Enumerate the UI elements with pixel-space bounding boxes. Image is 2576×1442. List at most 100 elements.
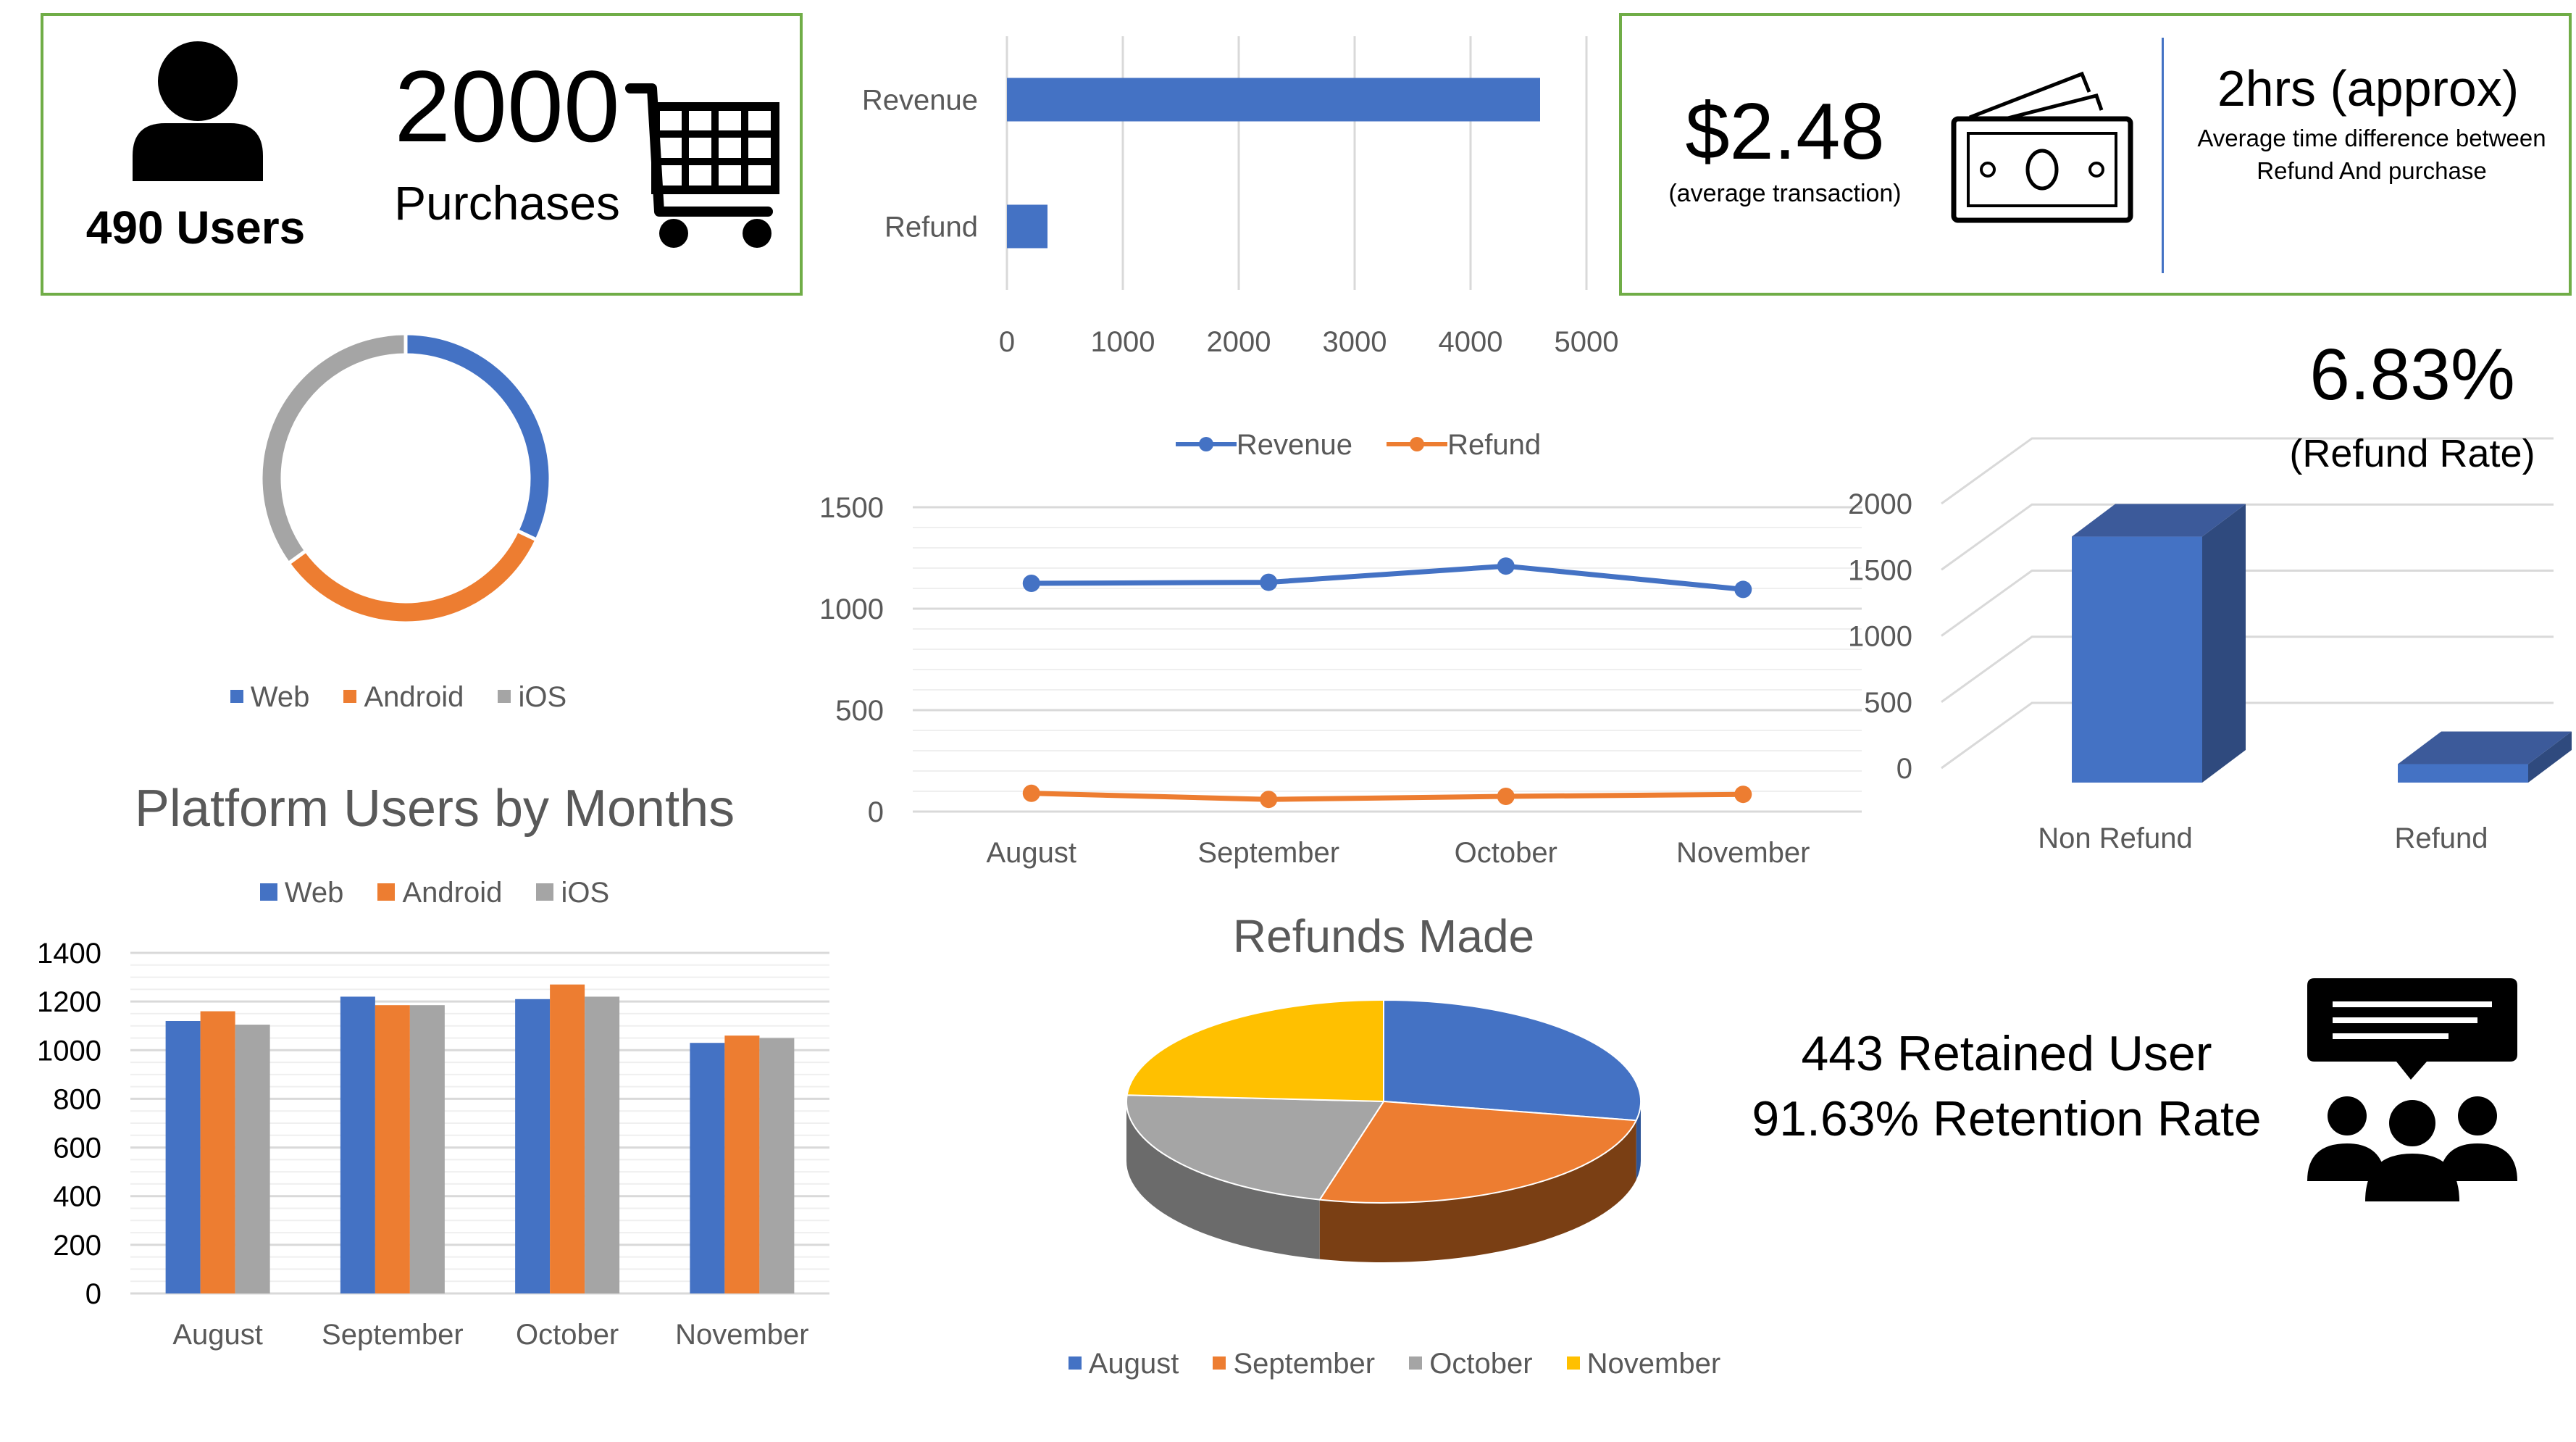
y-tick-label: 1400	[37, 938, 101, 970]
user-icon	[133, 41, 263, 181]
y-tick-label: 1000	[1848, 621, 1912, 653]
pie-slice-november	[1126, 999, 1384, 1103]
legend-item-august: August	[1068, 1348, 1179, 1380]
platform-users-title: Platform Users by Months	[134, 780, 735, 838]
y-tick-label: 0	[1897, 753, 1912, 785]
platform-donut-chart	[259, 331, 553, 625]
bar-web-august	[165, 1021, 201, 1293]
y-tick-label: 0	[868, 796, 884, 828]
gridline	[1941, 570, 2554, 637]
legend-item-ios: iOS	[536, 877, 609, 909]
refunds-made-pie-chart	[1126, 999, 1642, 1262]
users-purchases-card: 490 Users 2000 Purchases	[41, 13, 803, 296]
bar-ios-august	[235, 1025, 270, 1293]
chat-group-icon	[2307, 978, 2517, 1201]
category-label: Non Refund	[2038, 822, 2192, 854]
x-tick-label: August	[986, 837, 1076, 869]
x-tick-label: November	[1676, 837, 1810, 869]
legend-item-web: Web	[230, 681, 309, 713]
y-tick-label: 500	[1864, 687, 1912, 719]
category-label: Revenue	[862, 85, 978, 117]
shopping-cart-icon	[625, 83, 779, 248]
card-divider	[2162, 38, 2164, 273]
y-tick-label: 400	[53, 1181, 101, 1213]
point-refund-october	[1497, 788, 1515, 805]
grouped-bar-legend: Web Android iOS	[145, 877, 724, 909]
avg-transaction-amount: $2.48	[1685, 87, 1885, 176]
retention-rate: 91.63% Retention Rate	[1752, 1091, 2262, 1146]
x-tick-label: 0	[999, 326, 1015, 358]
category-label: Refund	[2395, 822, 2488, 854]
line-legend: Revenue Refund	[1087, 429, 1630, 462]
y-tick-label: 1000	[37, 1035, 101, 1067]
monthly-revenue-refund-line-chart: 0 500 1000 1500 August September October Novemb…	[819, 492, 1862, 869]
bar-android-october	[550, 984, 585, 1293]
bar-non-refund	[2072, 536, 2202, 783]
y-tick-label: 2000	[1848, 488, 1912, 520]
bar-ios-september	[409, 1005, 445, 1293]
point-refund-november	[1734, 785, 1752, 804]
category-label: Refund	[885, 212, 978, 243]
x-tick-label: August	[172, 1319, 263, 1351]
transaction-time-card: $2.48 (average transaction) 2hrs (approx…	[1619, 13, 2572, 296]
y-tick-label: 200	[53, 1230, 101, 1262]
refunds-made-title: Refunds Made	[1232, 910, 1535, 962]
gridline	[1941, 635, 2554, 703]
legend-item-november: November	[1566, 1348, 1720, 1380]
avg-time-caption-line2: Refund And purchase	[2257, 157, 2487, 184]
x-tick-label: 5000	[1555, 326, 1619, 358]
point-refund-august	[1022, 784, 1040, 802]
legend-item-android: Android	[377, 877, 502, 909]
bar-refund	[2398, 764, 2528, 783]
gridline	[1941, 503, 2554, 571]
y-tick-label: 0	[85, 1278, 101, 1310]
legend-item-ios: iOS	[498, 681, 566, 713]
x-tick-label: October	[1455, 837, 1557, 869]
avg-time-value: 2hrs (approx)	[2217, 60, 2519, 117]
point-revenue-november	[1734, 580, 1752, 599]
y-tick-label: 1500	[819, 492, 884, 524]
legend-item-september: September	[1213, 1348, 1375, 1380]
pie-legend: August September October November	[978, 1348, 1811, 1380]
x-tick-label: September	[1197, 837, 1339, 869]
bar-web-october	[515, 999, 551, 1293]
donut-slice-web	[403, 331, 553, 543]
point-revenue-october	[1497, 557, 1515, 575]
platform-users-grouped-bar-chart: 0 200 400 600 800 1000 1200 1400 August September…	[37, 938, 829, 1351]
bar-revenue	[1007, 78, 1540, 122]
revenue-refund-bar-chart: 0 1000 2000 3000 4000 5000 Revenue Refund	[862, 36, 1619, 358]
purchases-number: 2000	[394, 49, 620, 163]
x-tick-label: 3000	[1323, 326, 1387, 358]
refund-rate-label: (Refund Rate)	[2289, 432, 2535, 475]
donut-slice-ios	[259, 331, 408, 567]
banknote-icon	[1951, 71, 2133, 223]
bar-web-november	[690, 1043, 725, 1293]
retained-users: 443 Retained User	[1801, 1026, 2212, 1081]
x-tick-label: 2000	[1207, 326, 1271, 358]
point-revenue-september	[1260, 573, 1278, 591]
refund-rate-value: 6.83%	[2309, 334, 2515, 415]
legend-item-refund: Refund	[1387, 429, 1541, 461]
point-refund-september	[1260, 791, 1278, 809]
x-tick-label: September	[322, 1319, 464, 1351]
bar-refund	[1007, 204, 1047, 249]
y-tick-label: 800	[53, 1083, 101, 1115]
pie-slice-august	[1383, 999, 1642, 1122]
y-tick-label: 1200	[37, 986, 101, 1018]
bar-ios-november	[759, 1038, 795, 1293]
y-tick-label: 1500	[1848, 554, 1912, 586]
legend-item-october: October	[1409, 1348, 1533, 1380]
donut-legend: Web Android iOS	[145, 681, 652, 714]
bar-side-non-refund	[2202, 504, 2246, 783]
line-revenue	[1031, 563, 1744, 592]
purchases-label: Purchases	[394, 176, 620, 230]
bar-android-august	[200, 1011, 235, 1293]
x-tick-label: 1000	[1091, 326, 1155, 358]
y-tick-label: 1000	[819, 593, 884, 625]
x-tick-label: October	[516, 1319, 619, 1351]
y-tick-label: 500	[835, 695, 884, 727]
donut-slice-android	[285, 528, 540, 625]
bar-web-september	[340, 996, 375, 1293]
x-tick-label: 4000	[1439, 326, 1503, 358]
avg-time-caption-line1: Average time difference between	[2197, 125, 2546, 151]
